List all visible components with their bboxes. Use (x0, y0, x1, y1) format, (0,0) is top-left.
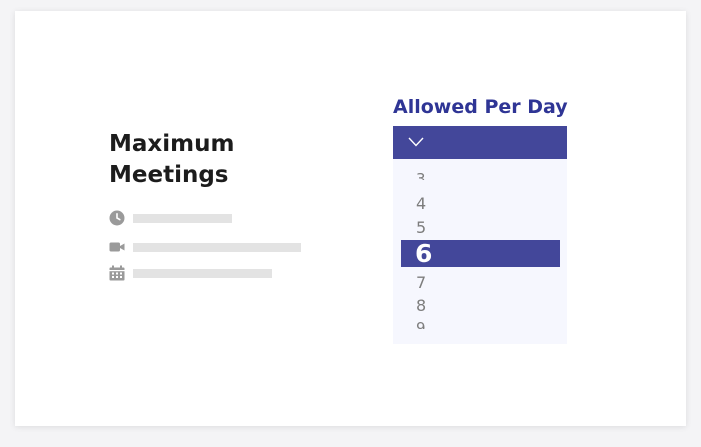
title-line-1: Maximum (109, 131, 235, 157)
detail-placeholder-bar (133, 269, 272, 278)
picker-option-6: 6 (415, 239, 433, 268)
picker-option-7[interactable]: 7 (416, 273, 456, 293)
picker-option-5[interactable]: 5 (416, 218, 456, 238)
picker-label: Allowed Per Day (393, 96, 568, 118)
picker-option-8[interactable]: 8 (416, 296, 456, 316)
picker-option-list[interactable]: 3 4 5 6 7 8 9 (393, 159, 567, 344)
calendar-icon (109, 265, 125, 281)
page-title: Maximum Meetings (109, 129, 349, 191)
title-line-2: Meetings (109, 162, 229, 188)
video-camera-icon (109, 239, 125, 255)
picker-option-3[interactable]: 3 (416, 170, 456, 180)
picker-option-9[interactable]: 9 (416, 319, 456, 329)
detail-placeholder-bar (133, 214, 232, 223)
picker-dropdown-toggle[interactable] (393, 126, 567, 159)
picker-option-selected[interactable]: 6 (401, 239, 560, 268)
clock-icon (109, 210, 125, 226)
picker-option-4[interactable]: 4 (416, 194, 456, 214)
detail-placeholder-bar (133, 243, 301, 252)
chevron-down-icon (408, 137, 424, 147)
